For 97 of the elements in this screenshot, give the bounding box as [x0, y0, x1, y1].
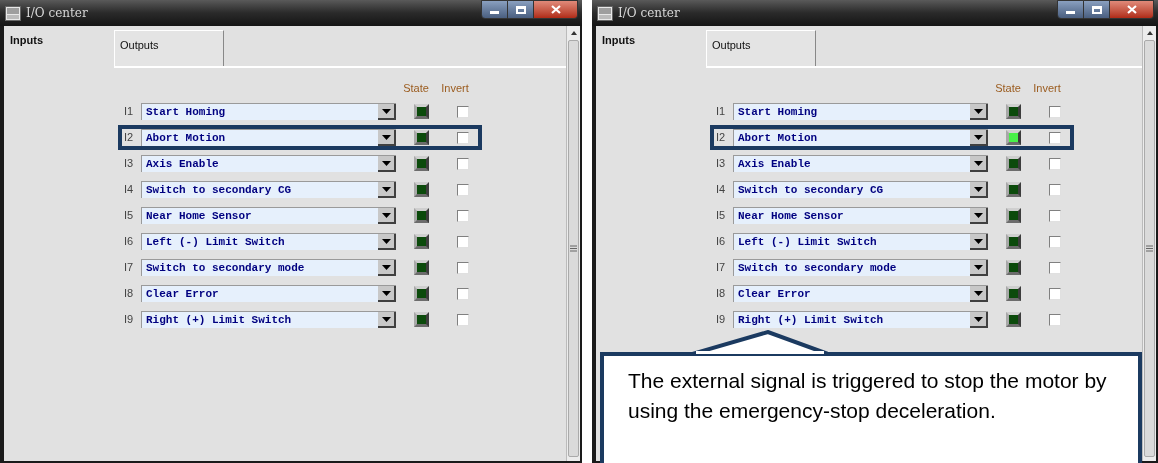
close-icon	[1126, 5, 1137, 14]
input-label: I9	[123, 312, 135, 328]
minimize-button[interactable]	[1057, 0, 1084, 19]
function-dropdown[interactable]: Switch to secondary CG	[733, 181, 988, 198]
dropdown-arrow-icon	[973, 238, 983, 244]
close-button[interactable]	[534, 0, 578, 19]
invert-checkbox[interactable]	[457, 287, 469, 300]
dropdown-arrow-icon	[381, 134, 391, 140]
dropdown-arrow-icon	[381, 212, 391, 218]
invert-checkbox[interactable]	[1049, 235, 1061, 248]
input-label: I2	[123, 130, 135, 146]
input-label: I8	[123, 286, 135, 302]
scroll-grip-icon	[1146, 245, 1153, 252]
function-dropdown[interactable]: Switch to secondary CG	[141, 181, 396, 198]
function-dropdown[interactable]: Abort Motion	[141, 129, 396, 146]
dropdown-arrow-icon	[973, 134, 983, 140]
dropdown-arrow-icon	[381, 108, 391, 114]
invert-checkbox[interactable]	[457, 131, 469, 144]
invert-checkbox[interactable]	[1049, 157, 1061, 170]
tab[interactable]: Inputs	[4, 26, 114, 66]
function-dropdown[interactable]: Switch to secondary mode	[141, 259, 396, 276]
invert-checkbox[interactable]	[1049, 183, 1061, 196]
function-dropdown[interactable]: Right (+) Limit Switch	[141, 311, 396, 328]
input-label: I3	[123, 156, 135, 172]
window-icon	[597, 5, 613, 21]
column-header: Invert	[440, 81, 470, 96]
function-dropdown[interactable]: Near Home Sensor	[733, 207, 988, 224]
input-label: I6	[123, 234, 135, 250]
maximize-button[interactable]	[508, 0, 534, 19]
invert-checkbox[interactable]	[457, 313, 469, 326]
dropdown-arrow-icon	[973, 186, 983, 192]
function-dropdown[interactable]: Left (-) Limit Switch	[141, 233, 396, 250]
maximize-button[interactable]	[1084, 0, 1110, 19]
dropdown-arrow-icon	[381, 238, 391, 244]
dropdown-arrow-icon	[381, 290, 391, 296]
dropdown-arrow-icon	[973, 212, 983, 218]
function-dropdown[interactable]: Axis Enable	[733, 155, 988, 172]
window-title: I/O center	[26, 5, 88, 22]
column-header: Invert	[1032, 81, 1062, 96]
function-dropdown[interactable]: Left (-) Limit Switch	[733, 233, 988, 250]
close-button[interactable]	[1110, 0, 1154, 19]
function-dropdown[interactable]: Near Home Sensor	[141, 207, 396, 224]
dropdown-arrow-icon	[973, 290, 983, 296]
invert-checkbox[interactable]	[1049, 105, 1061, 118]
window-title: I/O center	[618, 5, 680, 22]
invert-checkbox[interactable]	[1049, 209, 1061, 222]
invert-checkbox[interactable]	[457, 261, 469, 274]
input-label: I2	[715, 130, 727, 146]
function-dropdown[interactable]: Abort Motion	[733, 129, 988, 146]
function-dropdown[interactable]: Clear Error	[141, 285, 396, 302]
dropdown-arrow-icon	[973, 316, 983, 322]
function-dropdown[interactable]: Axis Enable	[141, 155, 396, 172]
function-dropdown[interactable]: Start Homing	[141, 103, 396, 120]
input-label: I7	[123, 260, 135, 276]
window-icon	[5, 5, 21, 21]
scrollbar[interactable]	[566, 26, 580, 461]
tab[interactable]: Outputs	[706, 30, 816, 66]
minimize-button[interactable]	[481, 0, 508, 19]
dropdown-arrow-icon	[973, 264, 983, 270]
invert-checkbox[interactable]	[457, 183, 469, 196]
input-label: I4	[715, 182, 727, 198]
invert-checkbox[interactable]	[457, 235, 469, 248]
input-label: I1	[715, 104, 727, 120]
input-label: I7	[715, 260, 727, 276]
invert-checkbox[interactable]	[1049, 313, 1061, 326]
invert-checkbox[interactable]	[1049, 261, 1061, 274]
tab[interactable]: Inputs	[596, 26, 706, 66]
scrollbar[interactable]	[1142, 26, 1156, 461]
invert-checkbox[interactable]	[457, 209, 469, 222]
function-dropdown[interactable]: Start Homing	[733, 103, 988, 120]
dropdown-arrow-icon	[381, 160, 391, 166]
close-icon	[550, 5, 561, 14]
dropdown-arrow-icon	[381, 264, 391, 270]
input-label: I1	[123, 104, 135, 120]
scroll-grip-icon	[570, 245, 577, 252]
column-header: State	[994, 81, 1022, 96]
function-dropdown[interactable]: Clear Error	[733, 285, 988, 302]
input-label: I6	[715, 234, 727, 250]
function-dropdown[interactable]: Switch to secondary mode	[733, 259, 988, 276]
dropdown-arrow-icon	[381, 186, 391, 192]
callout-text: The external signal is triggered to stop the motor by using the emergency-stop deceleration.	[628, 368, 1108, 424]
dropdown-arrow-icon	[973, 160, 983, 166]
dropdown-arrow-icon	[973, 108, 983, 114]
input-label: I9	[715, 312, 727, 328]
invert-checkbox[interactable]	[1049, 131, 1061, 144]
input-label: I5	[715, 208, 727, 224]
column-header: State	[402, 81, 430, 96]
invert-checkbox[interactable]	[1049, 287, 1061, 300]
input-label: I5	[123, 208, 135, 224]
tab[interactable]: Outputs	[114, 30, 224, 66]
dropdown-arrow-icon	[381, 316, 391, 322]
invert-checkbox[interactable]	[457, 157, 469, 170]
input-label: I8	[715, 286, 727, 302]
function-dropdown[interactable]: Right (+) Limit Switch	[733, 311, 988, 328]
input-label: I4	[123, 182, 135, 198]
input-label: I3	[715, 156, 727, 172]
invert-checkbox[interactable]	[457, 105, 469, 118]
